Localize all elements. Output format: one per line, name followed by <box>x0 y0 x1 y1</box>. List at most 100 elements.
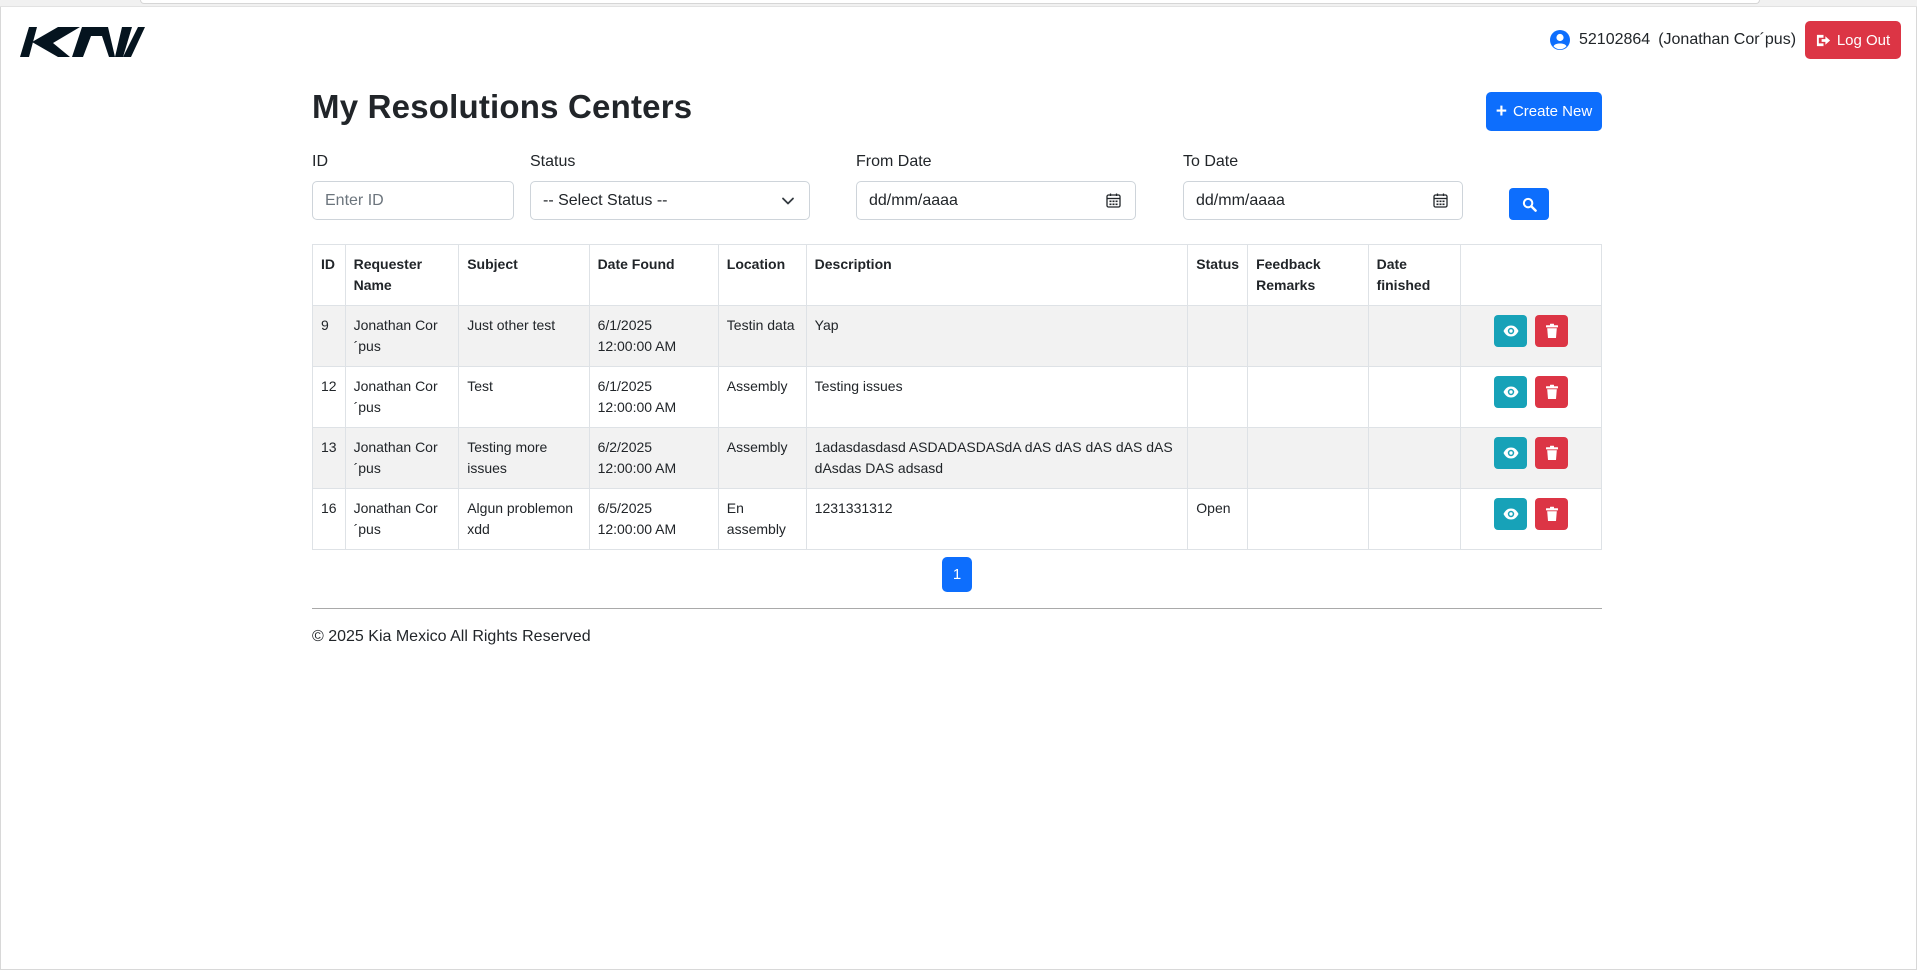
table-header-row: ID Requester Name Subject Date Found Loc… <box>312 244 1602 306</box>
delete-button[interactable] <box>1535 376 1569 408</box>
delete-button[interactable] <box>1535 498 1569 530</box>
col-header-status[interactable]: Status <box>1187 244 1249 306</box>
from-date-input[interactable]: dd/mm/aaaa <box>856 181 1136 220</box>
resolutions-table: ID Requester Name Subject Date Found Loc… <box>312 244 1602 550</box>
cell-id: 12 <box>312 366 346 428</box>
browser-top-strip <box>0 0 1917 7</box>
cell-id: 13 <box>312 427 346 489</box>
cell-feedback <box>1247 305 1369 367</box>
cell-feedback <box>1247 366 1369 428</box>
user-info: 52102864 (Jonathan Cor´pus) <box>1549 28 1796 52</box>
pagination-page-1[interactable]: 1 <box>942 557 972 592</box>
view-button[interactable] <box>1494 498 1528 530</box>
cell-subject: Test <box>458 366 590 428</box>
col-header-date-found[interactable]: Date Found <box>588 244 719 306</box>
cell-date-found: 6/5/2025 12:00:00 AM <box>588 488 719 550</box>
cell-subject: Just other test <box>458 305 590 367</box>
cell-actions <box>1460 488 1602 550</box>
from-date-label: From Date <box>856 153 932 170</box>
kia-logo[interactable] <box>20 26 145 58</box>
cell-status <box>1187 366 1249 428</box>
eye-icon <box>1503 325 1519 337</box>
table-row: 16 Jonathan Cor ´pus Algun problemon xdd… <box>312 488 1602 550</box>
trash-icon <box>1545 506 1558 521</box>
create-new-label: Create New <box>1512 103 1593 120</box>
view-button[interactable] <box>1494 315 1528 347</box>
from-date-value: dd/mm/aaaa <box>869 191 958 209</box>
cell-date-finished <box>1367 488 1462 550</box>
cell-actions <box>1460 305 1602 367</box>
plus-icon: + <box>1495 101 1507 122</box>
kia-logo-graphic <box>20 27 145 57</box>
browser-address-edge <box>140 0 1760 4</box>
to-date-input[interactable]: dd/mm/aaaa <box>1183 181 1463 220</box>
table-row: 12 Jonathan Cor ´pus Test 6/1/2025 12:00… <box>312 366 1602 428</box>
table-row: 13 Jonathan Cor ´pus Testing more issues… <box>312 427 1602 489</box>
cell-description: 1adasdasdasd ASDADASDASdA dAS dAS dAS dA… <box>805 427 1189 489</box>
table-row: 9 Jonathan Cor ´pus Just other test 6/1/… <box>312 305 1602 367</box>
logout-button[interactable]: Log Out <box>1805 21 1901 59</box>
cell-feedback <box>1247 488 1369 550</box>
user-circle-icon <box>1550 30 1570 50</box>
cell-date-found: 6/2/2025 12:00:00 AM <box>588 427 719 489</box>
table-header: ID Requester Name Subject Date Found Loc… <box>312 244 1602 306</box>
row-actions <box>1469 315 1593 347</box>
create-new-button[interactable]: + Create New <box>1486 92 1602 131</box>
cell-date-found: 6/1/2025 12:00:00 AM <box>588 305 719 367</box>
calendar-icon[interactable] <box>1106 193 1121 208</box>
id-filter-placeholder: Enter ID <box>325 191 384 209</box>
id-filter-input[interactable]: Enter ID <box>312 181 514 220</box>
row-actions <box>1469 376 1593 408</box>
footer-divider <box>312 608 1602 609</box>
col-header-requester[interactable]: Requester Name <box>344 244 460 306</box>
eye-icon <box>1503 386 1519 398</box>
delete-button[interactable] <box>1535 437 1569 469</box>
table-body: 9 Jonathan Cor ´pus Just other test 6/1/… <box>312 305 1602 550</box>
cell-location: En assembly <box>717 488 807 550</box>
cell-requester: Jonathan Cor ´pus <box>344 427 460 489</box>
user-name: (Jonathan Cor´pus) <box>1658 31 1797 48</box>
trash-icon <box>1545 384 1558 399</box>
col-header-date-finished[interactable]: Date finished <box>1367 244 1462 306</box>
cell-id: 16 <box>312 488 346 550</box>
cell-actions <box>1460 366 1602 428</box>
cell-requester: Jonathan Cor ´pus <box>344 366 460 428</box>
cell-location: Testin data <box>717 305 807 367</box>
cell-description: Yap <box>805 305 1189 367</box>
cell-id: 9 <box>312 305 346 367</box>
col-header-actions <box>1460 244 1602 306</box>
footer-copyright: © 2025 Kia Mexico All Rights Reserved <box>312 628 591 645</box>
cell-date-finished <box>1367 305 1462 367</box>
view-button[interactable] <box>1494 376 1528 408</box>
calendar-icon[interactable] <box>1433 193 1448 208</box>
cell-subject: Algun problemon xdd <box>458 488 590 550</box>
cell-requester: Jonathan Cor ´pus <box>344 305 460 367</box>
search-icon <box>1522 197 1537 212</box>
row-actions <box>1469 498 1593 530</box>
col-header-subject[interactable]: Subject <box>458 244 590 306</box>
col-header-id[interactable]: ID <box>312 244 346 306</box>
status-select[interactable]: -- Select Status -- <box>530 181 810 220</box>
trash-icon <box>1545 445 1558 460</box>
chevron-down-icon <box>782 197 794 205</box>
cell-location: Assembly <box>717 366 807 428</box>
cell-location: Assembly <box>717 427 807 489</box>
status-filter-label: Status <box>530 153 576 170</box>
page-title: My Resolutions Centers <box>312 88 693 125</box>
eye-icon <box>1503 508 1519 520</box>
cell-feedback <box>1247 427 1369 489</box>
view-button[interactable] <box>1494 437 1528 469</box>
cell-status <box>1187 427 1249 489</box>
user-id: 52102864 <box>1579 31 1651 48</box>
col-header-feedback[interactable]: Feedback Remarks <box>1247 244 1369 306</box>
col-header-location[interactable]: Location <box>717 244 807 306</box>
search-button[interactable] <box>1509 188 1549 220</box>
cell-date-finished <box>1367 427 1462 489</box>
eye-icon <box>1503 447 1519 459</box>
delete-button[interactable] <box>1535 315 1569 347</box>
cell-date-found: 6/1/2025 12:00:00 AM <box>588 366 719 428</box>
sign-out-icon <box>1816 34 1830 46</box>
logout-label: Log Out <box>1836 31 1891 49</box>
col-header-description[interactable]: Description <box>805 244 1189 306</box>
to-date-value: dd/mm/aaaa <box>1196 191 1285 209</box>
